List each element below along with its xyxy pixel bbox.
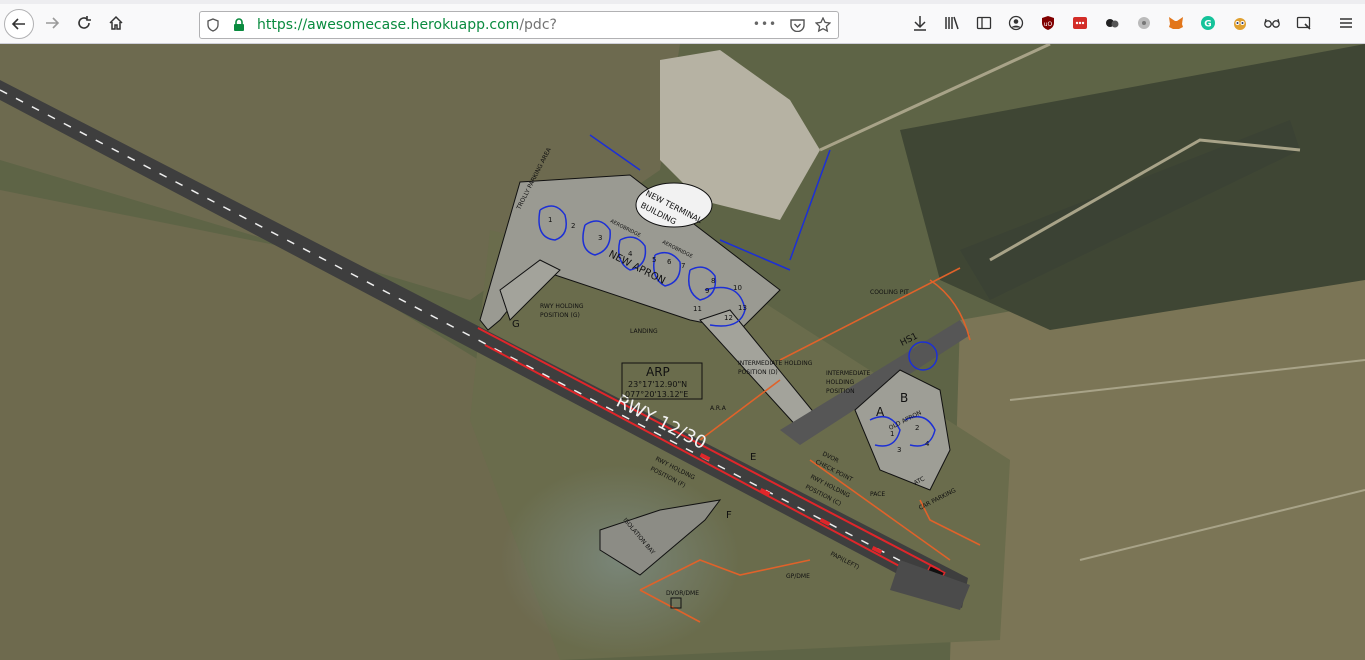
forward-button[interactable] <box>38 9 66 37</box>
pace-label: PACE <box>870 491 885 498</box>
library-icon[interactable] <box>943 14 961 32</box>
reload-button[interactable] <box>70 9 98 37</box>
reload-icon <box>78 16 91 29</box>
url-domain: https://awesomecase.herokuapp.com <box>257 17 520 33</box>
screenshot-extension-icon[interactable] <box>1295 14 1313 32</box>
apron-stand-number: 8 <box>711 277 715 285</box>
apron-stand-number: 2 <box>571 222 575 230</box>
glasses-extension-icon[interactable] <box>1263 14 1281 32</box>
holding-d-label: INTERMEDIATE HOLDING <box>738 360 813 367</box>
gp-dme-label: GP/DME <box>786 573 810 580</box>
old-apron-stand-number: 2 <box>915 424 919 432</box>
old-apron-stand-number: 1 <box>890 430 894 438</box>
ara-label: A.R.A <box>710 405 727 412</box>
arp-latitude: 23°17'12.90"N <box>628 380 687 389</box>
hamburger-menu-icon[interactable] <box>1337 14 1355 32</box>
ublock-icon[interactable]: uO <box>1039 14 1057 32</box>
tracking-protection-icon[interactable] <box>204 16 222 34</box>
holding-int-label-2: HOLDING <box>826 379 854 386</box>
tab-strip-edge <box>0 0 1365 4</box>
back-button[interactable] <box>4 9 34 39</box>
grammarly-icon[interactable]: G <box>1199 14 1217 32</box>
dvor-dme-label: DVOR/DME <box>666 590 699 597</box>
apron-stand-number: 4 <box>628 250 633 258</box>
aerodrome-chart-overlay: RWY 12/30 NEW TERMINAL BUILDING NEW APRO… <box>0 44 1365 660</box>
apron-stand-number: 13 <box>738 304 747 312</box>
holding-int-label: INTERMEDIATE <box>826 370 871 377</box>
url-bar[interactable]: https://awesomecase.herokuapp.com/pdc? •… <box>199 11 839 39</box>
arp-longitude: 077°20'13.12"E <box>625 390 688 399</box>
home-icon <box>109 15 123 30</box>
old-apron-stand-number: 4 <box>925 440 930 448</box>
airport-map-view[interactable]: RWY 12/30 NEW TERMINAL BUILDING NEW APRO… <box>0 44 1365 660</box>
pocket-icon[interactable] <box>788 16 806 34</box>
holding-int-label-3: POSITION <box>826 388 855 395</box>
owl-extension-icon[interactable] <box>1231 14 1249 32</box>
lastpass-icon[interactable] <box>1071 14 1089 32</box>
account-icon[interactable] <box>1007 14 1025 32</box>
metamask-fox-icon[interactable] <box>1167 14 1185 32</box>
bookmark-star-icon[interactable] <box>814 16 832 34</box>
cooling-pit-label: COOLING PIT <box>870 289 909 296</box>
apron-stand-number: 10 <box>733 284 742 292</box>
svg-text:uO: uO <box>1044 21 1053 28</box>
apron-stand-number: 7 <box>681 262 685 270</box>
apron-stand-number: 12 <box>724 314 733 322</box>
apron-stand-number: 11 <box>693 305 702 313</box>
apron-stand-number: 5 <box>652 256 656 264</box>
old-apron-stand-number: 3 <box>897 446 901 454</box>
taxiway-e-label: E <box>750 452 756 463</box>
extension-balls-icon[interactable] <box>1103 14 1121 32</box>
taxiway-a-label: A <box>876 405 885 419</box>
page-actions-button[interactable]: ••• <box>753 15 776 33</box>
taxiway-f-label: F <box>726 510 732 521</box>
apron-stand-number: 9 <box>705 287 709 295</box>
apron-stand-number: 1 <box>548 216 552 224</box>
arrow-left-icon <box>11 18 25 30</box>
arrow-right-icon <box>46 17 60 29</box>
lock-icon[interactable] <box>230 16 248 34</box>
url-path: /pdc? <box>519 17 557 33</box>
holding-g-label-2: POSITION (G) <box>540 312 580 319</box>
holding-g-label: RWY HOLDING <box>540 303 584 310</box>
taxiway-g-label: G <box>512 319 520 330</box>
home-button[interactable] <box>102 9 130 37</box>
arp-label: ARP <box>646 365 670 379</box>
apron-stand-number: 6 <box>667 258 672 266</box>
sidebar-icon[interactable] <box>975 14 993 32</box>
download-icon[interactable] <box>911 14 929 32</box>
svg-text:G: G <box>1204 20 1211 30</box>
extension-disk-icon[interactable] <box>1135 14 1153 32</box>
holding-d-label-2: POSITION (D) <box>738 369 778 376</box>
url-text[interactable]: https://awesomecase.herokuapp.com/pdc? <box>257 17 557 33</box>
landing-label: LANDING <box>630 328 658 335</box>
apron-stand-number: 3 <box>598 234 602 242</box>
browser-toolbar: https://awesomecase.herokuapp.com/pdc? •… <box>0 0 1365 44</box>
taxiway-b-label: B <box>900 391 908 405</box>
